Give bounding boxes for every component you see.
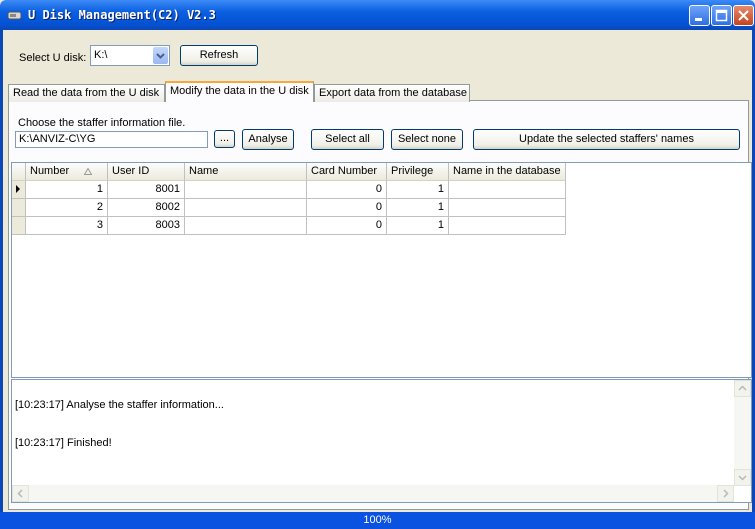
row-header[interactable] [12,181,26,199]
cell-name[interactable] [185,217,307,235]
log-line: [10:23:17] Analyse the staffer informati… [15,399,224,411]
browse-button[interactable]: ... [214,130,235,148]
cell-card-number[interactable]: 0 [307,181,387,199]
update-names-button[interactable]: Update the selected staffers' names [473,129,740,150]
table-row[interactable]: 3 8003 0 1 [12,217,566,235]
progress-bar: 100% [0,512,755,529]
cell-name-in-database[interactable] [449,217,566,235]
cell-name[interactable] [185,199,307,217]
col-header-number[interactable]: Number [26,163,108,181]
title-bar[interactable]: U Disk Management(C2) V2.3 [0,0,755,30]
minimize-button[interactable] [689,5,710,26]
maximize-icon [715,9,728,22]
cell-name-in-database[interactable] [449,199,566,217]
dropdown-button[interactable] [153,47,168,64]
tab-read-data[interactable]: Read the data from the U disk [8,84,165,102]
cell-card-number[interactable]: 0 [307,217,387,235]
tab-modify-data[interactable]: Modify the data in the U disk [165,81,314,102]
scroll-up-button[interactable] [734,380,751,397]
log-textbox[interactable]: [10:23:17] Analyse the staffer informati… [11,379,752,503]
cell-number[interactable]: 1 [26,181,108,199]
col-header-number-label: Number [30,165,70,177]
scroll-right-button[interactable] [717,485,734,502]
col-header-card-number[interactable]: Card Number [307,163,387,181]
col-header-name-in-database[interactable]: Name in the database [449,163,566,181]
cell-name-in-database[interactable] [449,181,566,199]
tab-export-data[interactable]: Export data from the database [314,84,470,102]
scroll-left-button[interactable] [12,485,29,502]
refresh-button[interactable]: Refresh [180,45,258,66]
row-header[interactable] [12,217,26,235]
cell-name[interactable] [185,181,307,199]
cell-user-id[interactable]: 8001 [108,181,185,199]
scroll-down-button[interactable] [734,469,751,486]
cell-number[interactable]: 3 [26,217,108,235]
col-header-user-id[interactable]: User ID [108,163,185,181]
chevron-right-icon [723,489,729,498]
staffer-grid[interactable]: Number User ID Name Card Number Privileg… [11,162,752,378]
grid-header: Number User ID Name Card Number Privileg… [12,163,566,181]
close-icon [738,10,749,21]
window-title: U Disk Management(C2) V2.3 [28,8,216,22]
row-header[interactable] [12,199,26,217]
row-header-corner [12,163,26,181]
cell-card-number[interactable]: 0 [307,199,387,217]
log-line: [10:23:17] Finished! [15,437,112,449]
analyse-button[interactable]: Analyse [242,129,294,150]
col-header-name[interactable]: Name [185,163,307,181]
cell-privilege[interactable]: 1 [387,181,449,199]
chevron-left-icon [17,489,23,498]
choose-file-label: Choose the staffer information file. [18,117,186,129]
main-window: U Disk Management(C2) V2.3 Select U disk… [0,0,755,529]
chevron-down-icon [738,475,747,481]
vertical-scrollbar[interactable] [734,380,751,486]
cell-privilege[interactable]: 1 [387,217,449,235]
cell-privilege[interactable]: 1 [387,199,449,217]
drive-select[interactable]: K:\ [90,45,170,66]
cell-user-id[interactable]: 8002 [108,199,185,217]
cell-user-id[interactable]: 8003 [108,217,185,235]
select-disk-label: Select U disk: [19,52,87,64]
horizontal-scrollbar[interactable] [12,485,734,502]
chevron-down-icon [156,53,165,59]
select-none-button[interactable]: Select none [391,129,463,150]
select-all-button[interactable]: Select all [311,129,384,150]
col-header-privilege[interactable]: Privilege [387,163,449,181]
table-row[interactable]: 2 8002 0 1 [12,199,566,217]
usb-drive-icon [7,11,22,20]
table-row[interactable]: 1 8001 0 1 [12,181,566,199]
cell-number[interactable]: 2 [26,199,108,217]
close-button[interactable] [733,5,754,26]
progress-text: 100% [363,514,392,526]
sort-ascending-icon [84,168,92,175]
file-path-field[interactable]: K:\ANVIZ-C\YG [15,131,208,148]
chevron-up-icon [738,385,747,391]
maximize-button[interactable] [711,5,732,26]
drive-value: K:\ [94,49,108,61]
minimize-icon [695,18,702,21]
current-row-arrow-icon [16,185,20,193]
